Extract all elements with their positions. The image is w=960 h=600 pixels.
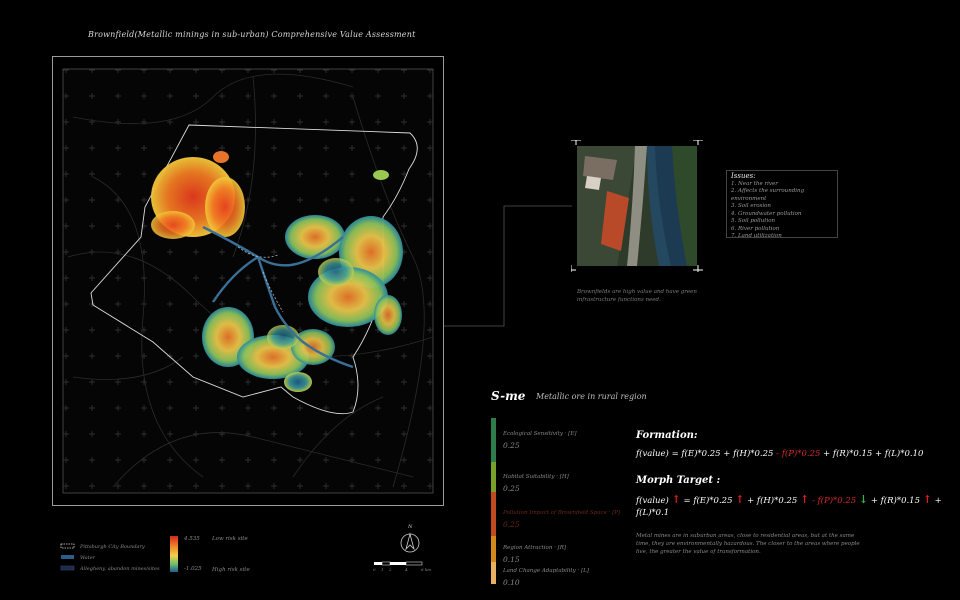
arrow-up-icon: ↑ bbox=[800, 493, 810, 506]
page-title: Brownfield(Metallic minings in sub-urban… bbox=[88, 30, 416, 39]
formula-part: = f(E)*0.25 bbox=[683, 496, 736, 506]
factor-e: Ecological Sensitivity · [E] 0.25 bbox=[503, 431, 576, 450]
issue-item: 3. Soil erosion bbox=[731, 203, 771, 209]
legend-water: Water bbox=[80, 555, 96, 561]
issues-title: Issues: bbox=[731, 172, 756, 180]
factor-h: Habitat Suitability · [H] 0.25 bbox=[503, 474, 569, 493]
ramp-high-value: 4.535 bbox=[184, 536, 200, 542]
north-label: N bbox=[408, 524, 413, 530]
connector-line bbox=[444, 205, 572, 327]
arrow-up-icon: ↑ bbox=[922, 493, 932, 506]
issues-box: Issues: 1. Near the river 2. Affects the… bbox=[726, 170, 838, 239]
legend-boundary: Pittsburgh City Boundary bbox=[80, 544, 145, 550]
scale-tick: 6 km bbox=[421, 567, 432, 572]
formula-part: + f(R)*0.15 + f(L)*0.10 bbox=[820, 449, 924, 459]
sme-title: S-me bbox=[491, 389, 526, 403]
factor-bar-e bbox=[491, 418, 496, 462]
legend-swatches bbox=[60, 543, 75, 571]
map-frame bbox=[52, 56, 444, 506]
issue-item: 2. Affects the surrounding environment bbox=[731, 188, 805, 202]
factor-label: Habitat Suitability · [H] bbox=[503, 474, 569, 480]
scale-tick: 0 bbox=[373, 567, 376, 572]
factor-label: Pollution Impact of Brownfield Space · [… bbox=[503, 510, 621, 516]
arrow-down-icon: ↓ bbox=[858, 493, 869, 506]
issue-item: 1. Near the river bbox=[731, 180, 778, 187]
value-color-ramp bbox=[170, 536, 178, 572]
factor-weight: 0.15 bbox=[503, 555, 520, 564]
scale-tick: 2 bbox=[389, 567, 392, 572]
scale-tick: 4 bbox=[405, 567, 408, 572]
factor-r: Region Attraction · [R] 0.15 bbox=[503, 545, 566, 564]
note-text: Metal mines are in suburban areas, close… bbox=[636, 533, 860, 555]
factor-weight: 0.25 bbox=[503, 520, 520, 529]
issue-item: 6. River pollution bbox=[731, 225, 780, 232]
site-photo-frame bbox=[571, 140, 703, 272]
formula-pollution-term: - f(P)*0.25 bbox=[776, 449, 821, 459]
factor-label: Land Change Adaptability · [L] bbox=[503, 568, 589, 574]
north-arrow-icon bbox=[400, 532, 420, 553]
arrow-up-icon: ↑ bbox=[735, 493, 745, 506]
site-aerial-photo bbox=[577, 146, 697, 266]
factor-l: Land Change Adaptability · [L] 0.10 bbox=[503, 568, 589, 587]
formation-heading: Formation: bbox=[636, 430, 698, 441]
photo-caption: Brownfields are high value and have gree… bbox=[577, 289, 697, 303]
morph-target-formula: f(value) ↑ = f(E)*0.25 ↑ + f(H)*0.25 ↑ -… bbox=[636, 494, 946, 519]
formula-part: + f(H)*0.25 bbox=[747, 496, 801, 506]
high-risk-label: High risk site bbox=[212, 567, 250, 573]
factor-weight: 0.25 bbox=[503, 441, 520, 450]
factor-weight: 0.25 bbox=[503, 484, 520, 493]
factor-weight: 0.10 bbox=[503, 578, 520, 587]
formula-pollution-term: - f(P)*0.25 bbox=[811, 496, 859, 506]
issue-item: 4. Groundwater pollution bbox=[731, 210, 802, 217]
morph-target-heading: Morph Target : bbox=[636, 475, 721, 486]
low-risk-label: Low risk site bbox=[212, 536, 248, 542]
formula-part: f(value) bbox=[636, 496, 672, 506]
arrow-up-icon: ↑ bbox=[671, 493, 681, 506]
factor-bar-r bbox=[491, 536, 496, 562]
legend-mines: Allegheny, abandon mines/sites bbox=[80, 566, 160, 572]
factor-bar-l bbox=[491, 562, 496, 584]
formula-part: + f(R)*0.15 bbox=[870, 496, 923, 506]
issue-item: 7. Land utilization bbox=[731, 233, 782, 239]
factor-label: Region Attraction · [R] bbox=[503, 545, 567, 551]
sme-subtitle: Metallic ore in rural region bbox=[536, 392, 647, 401]
ramp-low-value: -1.025 bbox=[184, 566, 202, 572]
issue-item: 5. Soil pollution bbox=[731, 218, 776, 224]
factor-p: Pollution Impact of Brownfield Space · [… bbox=[503, 510, 620, 529]
formula-part: f(value) = f(E)*0.25 + f(H)*0.25 bbox=[636, 449, 777, 459]
scale-tick: 1 bbox=[381, 567, 384, 572]
formation-formula: f(value) = f(E)*0.25 + f(H)*0.25 - f(P)*… bbox=[636, 449, 923, 459]
factor-bar-h bbox=[491, 462, 496, 492]
factor-label: Ecological Sensitivity · [E] bbox=[503, 431, 577, 437]
value-assessment-map bbox=[62, 68, 434, 494]
factor-bar-p bbox=[491, 492, 496, 536]
